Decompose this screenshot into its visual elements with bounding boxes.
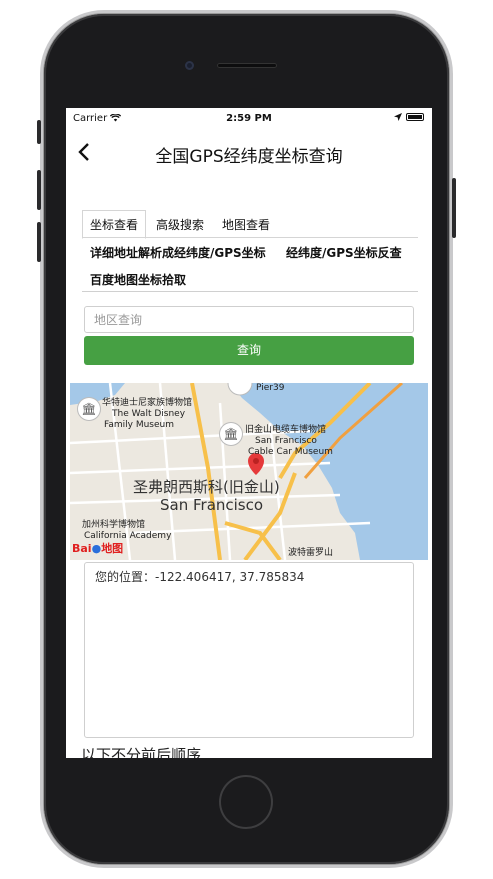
link-address-to-coordinates[interactable]: 详细地址解析成经纬度/GPS坐标 bbox=[90, 244, 266, 261]
map-label-disney-en1: The Walt Disney bbox=[112, 409, 186, 419]
map-label-cable-en1: San Francisco bbox=[255, 436, 317, 446]
front-camera bbox=[185, 61, 194, 70]
map-view[interactable]: 🏛 华特迪士尼家族博物馆 The Walt Disney Family Muse… bbox=[70, 383, 428, 560]
region-search-input[interactable] bbox=[84, 306, 414, 333]
status-right bbox=[394, 113, 424, 121]
mute-switch bbox=[37, 120, 41, 144]
museum-icon: 🏛 bbox=[78, 398, 100, 420]
paw-icon: ● bbox=[91, 542, 102, 555]
result-text: 您的位置：-122.406417, 37.785834 bbox=[95, 570, 305, 584]
home-button[interactable] bbox=[219, 775, 273, 829]
map-label-academy-en: California Academy bbox=[84, 531, 172, 541]
map-label-cable-cn: 旧金山电缆车博物馆 bbox=[245, 425, 327, 435]
map-label-disney-cn: 华特迪士尼家族博物馆 bbox=[102, 398, 193, 408]
baidu-logo: Bai●地图 bbox=[72, 543, 123, 554]
earpiece-speaker bbox=[217, 63, 277, 68]
map-label-boston: 波特雷罗山 bbox=[288, 548, 334, 558]
link-reverse-geocode[interactable]: 经纬度/GPS坐标反查 bbox=[286, 244, 402, 261]
map-label-cable-en2: Cable Car Museum bbox=[248, 447, 333, 457]
page-title: 全国GPS经纬度坐标查询 bbox=[155, 147, 343, 167]
link-baidu-picker[interactable]: 百度地图坐标拾取 bbox=[90, 271, 186, 288]
tab-underline bbox=[82, 237, 418, 238]
result-textarea[interactable]: 您的位置：-122.406417, 37.785834 bbox=[84, 562, 414, 738]
power-button bbox=[452, 178, 456, 238]
baidu-logo-bai: Bai bbox=[72, 542, 92, 555]
tab-map-view[interactable]: 地图查看 bbox=[214, 210, 278, 239]
map-label-city-cn: 圣弗朗西斯科(旧金山) bbox=[133, 478, 280, 496]
tab-bar: 坐标查看 高级搜索 地图查看 bbox=[82, 210, 418, 239]
museum-icon-2: 🏛 bbox=[220, 423, 242, 445]
order-note: 以下不分前后顺序 bbox=[81, 746, 202, 758]
status-time: 2:59 PM bbox=[226, 113, 272, 124]
section-divider bbox=[82, 291, 418, 292]
status-bar: Carrier 2:59 PM bbox=[66, 108, 432, 128]
query-button[interactable]: 查询 bbox=[84, 336, 414, 365]
baidu-logo-ditu: 地图 bbox=[101, 542, 124, 555]
map-label-disney-en2: Family Museum bbox=[104, 420, 174, 430]
map-label-city-en: San Francisco bbox=[160, 496, 264, 514]
map-label-academy-cn: 加州科学博物馆 bbox=[82, 520, 146, 530]
navigation-bar: 全国GPS经纬度坐标查询 bbox=[66, 128, 432, 178]
map-label-pier: Pier39 bbox=[256, 383, 285, 393]
volume-up-button bbox=[37, 170, 41, 210]
location-arrow-icon bbox=[394, 113, 402, 121]
tab-coordinate-view[interactable]: 坐标查看 bbox=[82, 210, 147, 239]
tab-advanced-search[interactable]: 高级搜索 bbox=[148, 210, 212, 239]
app-screen: Carrier 2:59 PM 全国GPS经纬度坐标查询 坐标查看 高级搜索 地… bbox=[66, 108, 432, 758]
battery-icon bbox=[406, 113, 424, 121]
volume-down-button bbox=[37, 222, 41, 262]
